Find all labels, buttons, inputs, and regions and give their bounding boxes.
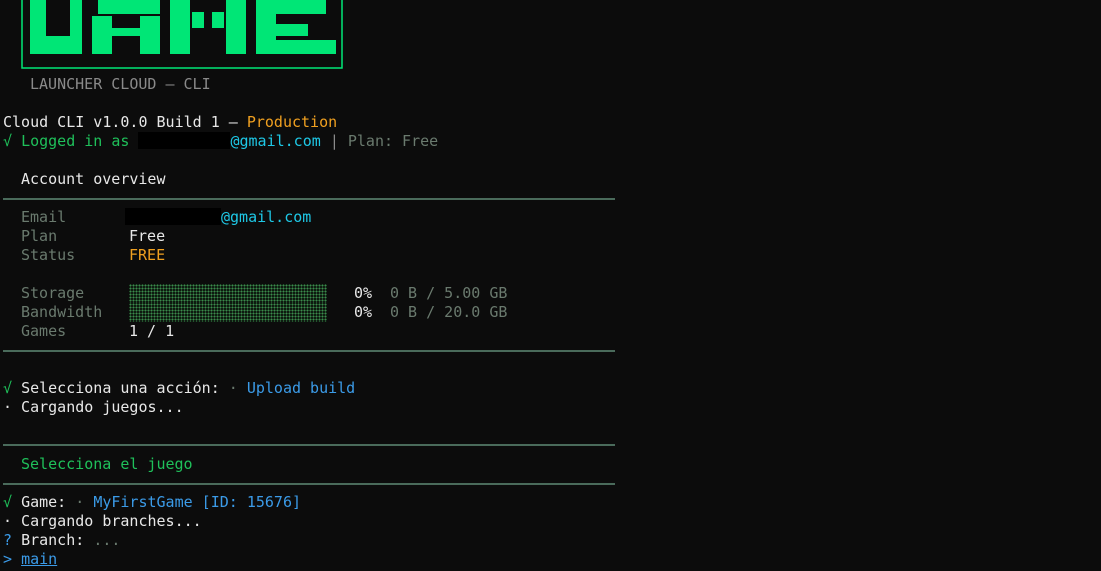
loading-games-line: · Cargando juegos... [3,398,184,416]
bandwidth-percent: 0% [354,303,373,321]
login-status-line: √ Logged in as @gmail.com | Plan: Free [3,132,439,150]
status-value: FREE [129,246,166,264]
plan-row: Plan [21,227,58,245]
question-icon: ? [3,531,13,549]
bandwidth-label: Bandwidth [21,303,103,321]
cursor-icon: > [3,550,13,568]
branch-prompt-line: ? Branch: ... [3,531,121,549]
bandwidth-progress-bar [129,303,327,322]
branch-option-line[interactable]: > main [3,550,57,569]
divider [3,444,615,446]
game-prompt-line: √ Game: · MyFirstGame [ID: 15676] [3,493,302,511]
account-overview-title: Account overview [21,170,166,188]
divider [3,350,615,352]
game-section-title: Selecciona el juego [21,455,193,473]
loading-branches-line: · Cargando branches... [3,512,202,530]
logo-subtitle: LAUNCHER CLOUD — CLI [30,75,211,93]
email-row: Email [21,208,67,226]
divider [3,483,615,485]
storage-label: Storage [21,284,85,302]
status-row: Status [21,246,76,264]
divider [3,198,615,200]
storage-percent: 0% [354,284,373,302]
bandwidth-quantity: 0 B / 20.0 GB [390,303,508,321]
branch-option-main[interactable]: main [21,550,57,568]
email-value: @gmail.com [125,208,311,227]
check-icon: √ [3,132,13,150]
storage-progress-bar [129,284,327,303]
games-label: Games [21,322,67,340]
logo-art [21,0,343,69]
version-line: Cloud CLI v1.0.0 Build 1 — Production [3,113,338,131]
action-prompt-line: √ Selecciona una acción: · Upload build [3,379,356,397]
redacted-username [138,132,231,149]
storage-quantity: 0 B / 5.00 GB [390,284,508,302]
redacted-email [125,208,221,225]
games-value: 1 / 1 [129,322,175,340]
plan-value: Free [129,227,166,245]
selected-game[interactable]: MyFirstGame [ID: 15676] [93,493,301,511]
check-icon: √ [3,379,13,397]
selected-action[interactable]: Upload build [247,379,355,397]
check-icon: √ [3,493,13,511]
environment-badge: Production [246,113,338,131]
